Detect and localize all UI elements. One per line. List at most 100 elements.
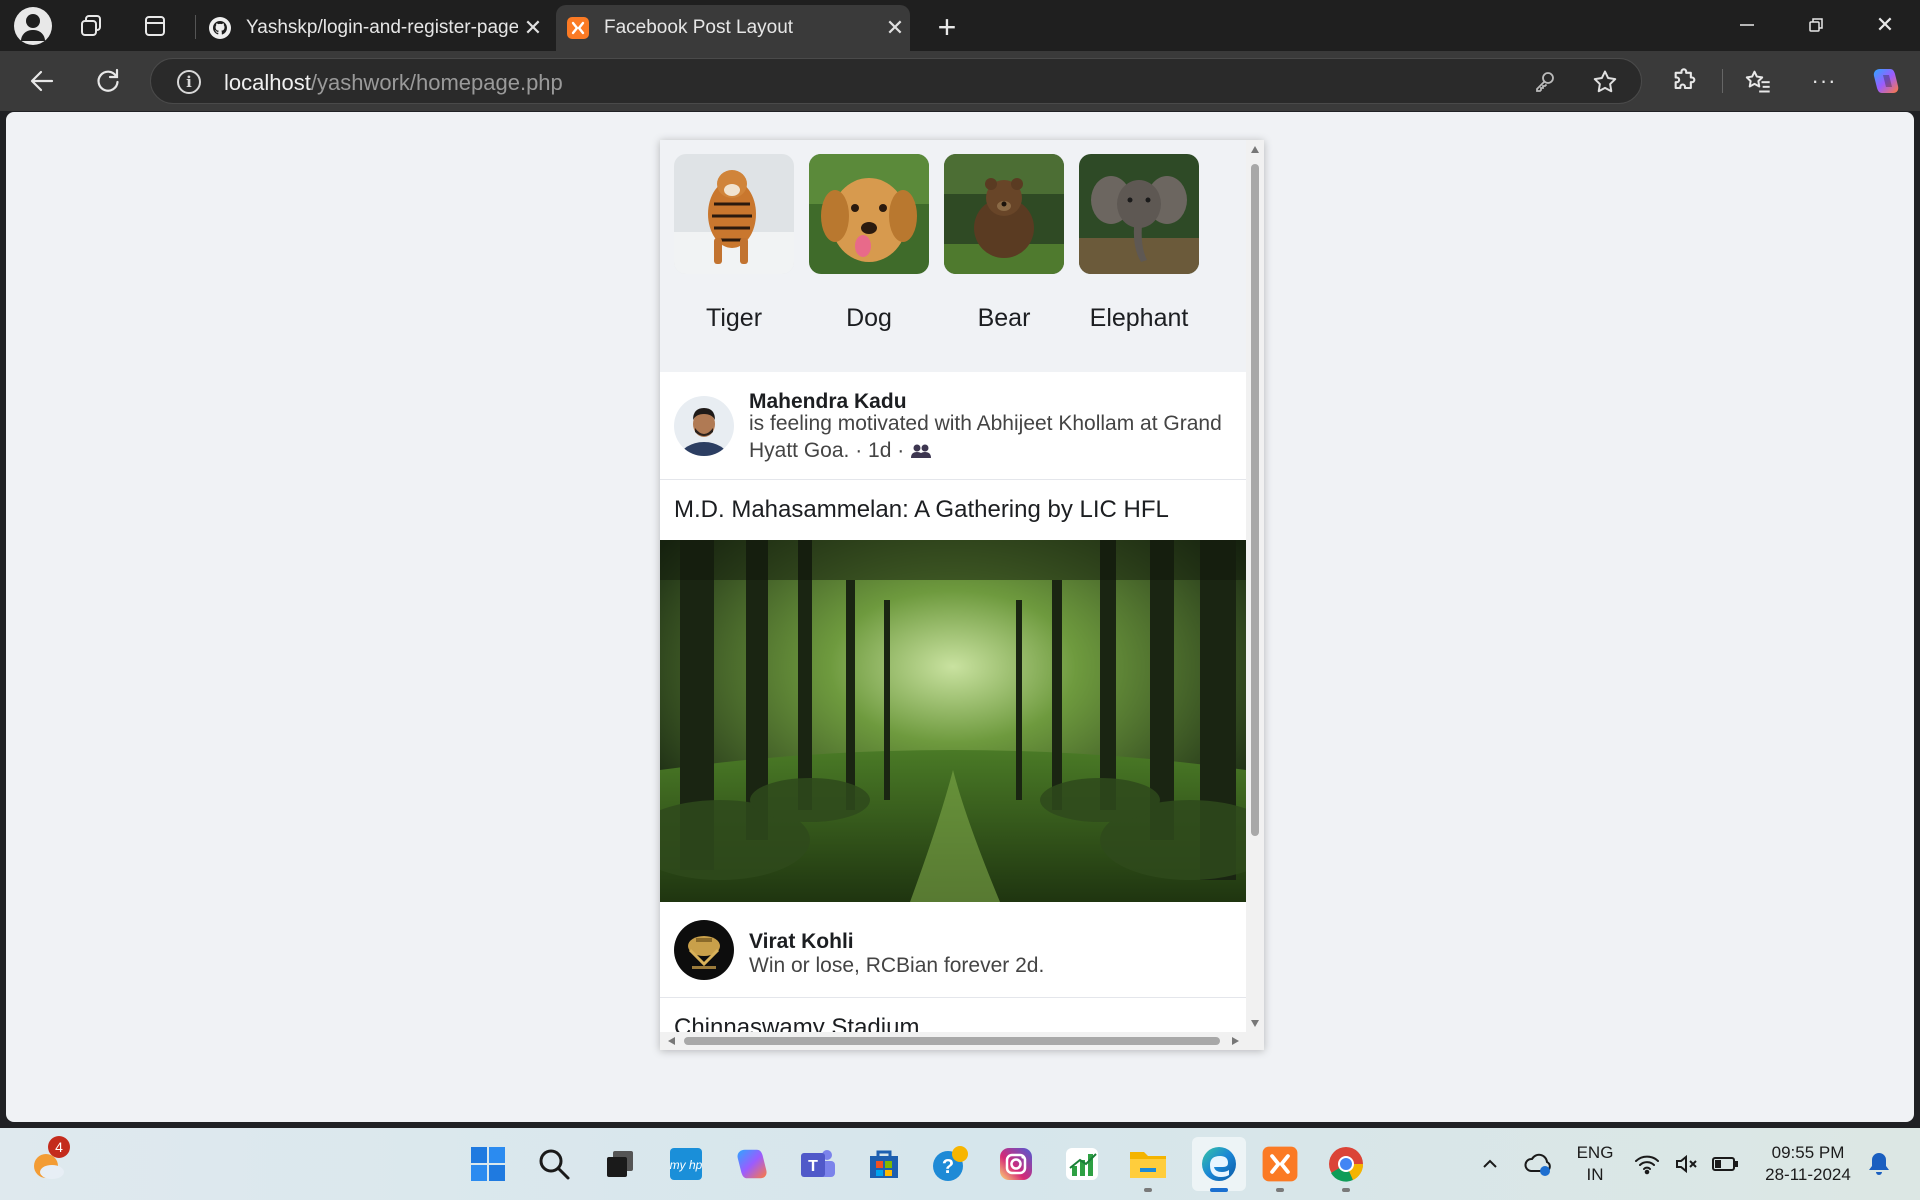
clock[interactable]: 09:55 PM 28-11-2024	[1756, 1142, 1860, 1186]
region-code: IN	[1586, 1165, 1604, 1184]
post-meta: Hyatt Goa. · 1d ·	[749, 439, 911, 462]
post-image-forest[interactable]	[660, 540, 1246, 902]
refresh-button[interactable]	[88, 61, 128, 101]
tab-actions-icon[interactable]	[140, 11, 170, 41]
minimize-icon[interactable]	[1730, 10, 1764, 40]
dog-thumbnail	[809, 154, 929, 274]
horizontal-scrollbar[interactable]	[660, 1032, 1264, 1050]
scroll-up-arrow-icon[interactable]	[1251, 146, 1259, 153]
vertical-scrollbar[interactable]	[1246, 140, 1264, 1032]
avatar[interactable]	[674, 396, 734, 456]
story-elephant[interactable]: Elephant	[1079, 154, 1199, 333]
favorites-icon[interactable]	[1738, 61, 1778, 101]
edge-icon[interactable]	[1192, 1137, 1246, 1191]
close-window-icon[interactable]: ✕	[1868, 10, 1902, 40]
story-label: Dog	[846, 304, 892, 332]
scroll-right-arrow-icon[interactable]	[1232, 1037, 1239, 1045]
task-view-icon[interactable]	[598, 1142, 642, 1186]
clock-time: 09:55 PM	[1771, 1143, 1845, 1162]
xampp-icon	[567, 17, 589, 39]
running-indicator	[1342, 1188, 1350, 1192]
browser-toolbar: i localhost/yashwork/homepage.php ···	[0, 51, 1920, 111]
clock-date: 28-11-2024	[1765, 1165, 1851, 1184]
xampp-taskbar-icon[interactable]	[1258, 1142, 1302, 1186]
notification-bell-icon[interactable]	[1862, 1142, 1896, 1186]
more-options-icon[interactable]: ···	[1804, 61, 1844, 101]
key-icon[interactable]	[1533, 70, 1557, 94]
url-text[interactable]: localhost/yashwork/homepage.php	[224, 70, 563, 96]
workspaces-icon[interactable]	[76, 11, 106, 41]
weather-badge: 4	[48, 1136, 70, 1158]
search-icon[interactable]	[532, 1142, 576, 1186]
toolbar-separator	[1722, 69, 1723, 93]
active-indicator	[1210, 1188, 1228, 1192]
onedrive-icon[interactable]	[1516, 1142, 1560, 1186]
language-indicator[interactable]: ENG IN	[1570, 1142, 1620, 1186]
close-icon[interactable]: ✕	[518, 15, 548, 41]
start-icon[interactable]	[466, 1142, 510, 1186]
profile-avatar-icon[interactable]	[14, 7, 52, 45]
browser-tab-strip: Yashskp/login-and-register-page ✕ Facebo…	[0, 0, 1920, 51]
stocks-icon[interactable]	[1060, 1142, 1104, 1186]
site-info-icon[interactable]: i	[177, 70, 201, 94]
close-icon[interactable]: ✕	[880, 15, 910, 41]
myhp-icon[interactable]: my hp	[664, 1142, 708, 1186]
new-tab-icon[interactable]: +	[930, 9, 964, 45]
svg-text:?: ?	[942, 1156, 954, 1178]
story-tiger[interactable]: Tiger	[674, 154, 794, 333]
restore-icon[interactable]	[1799, 10, 1833, 40]
extensions-icon[interactable]	[1665, 61, 1705, 101]
feed-container[interactable]: Tiger Dog Bear Elephant Mahendra Kadu is…	[660, 140, 1264, 1050]
file-explorer-icon[interactable]	[1126, 1142, 1170, 1186]
scroll-down-arrow-icon[interactable]	[1251, 1020, 1259, 1027]
store-icon[interactable]	[862, 1142, 906, 1186]
favorite-star-icon[interactable]	[1591, 68, 1619, 96]
post-description: Win or lose, RCBian forever 2d.	[749, 954, 1045, 977]
wifi-icon[interactable]	[1630, 1142, 1664, 1186]
friends-audience-icon	[911, 444, 932, 458]
weather-widget-icon[interactable]: 4	[26, 1136, 70, 1186]
get-help-icon[interactable]: ?	[928, 1142, 972, 1186]
horizontal-scroll-thumb[interactable]	[684, 1037, 1220, 1045]
copilot-taskbar-icon[interactable]	[730, 1142, 774, 1186]
post-description-line: Hyatt Goa. · 1d ·	[749, 437, 1239, 464]
post-title: Chinnaswamy Stadium	[660, 998, 1246, 1032]
avatar[interactable]	[674, 920, 734, 980]
tab-title: Facebook Post Layout	[604, 17, 794, 38]
story-dog[interactable]: Dog	[809, 154, 929, 333]
story-bear[interactable]: Bear	[944, 154, 1064, 333]
battery-icon[interactable]	[1708, 1142, 1742, 1186]
volume-muted-icon[interactable]	[1670, 1142, 1704, 1186]
language-code: ENG	[1576, 1143, 1614, 1162]
tab-facebook-post-layout[interactable]: Facebook Post Layout ✕	[556, 5, 910, 51]
svg-text:my hp: my hp	[670, 1158, 703, 1172]
feed-scroll-area: Tiger Dog Bear Elephant Mahendra Kadu is…	[660, 140, 1246, 1032]
post-title: M.D. Mahasammelan: A Gathering by LIC HF…	[660, 480, 1246, 540]
story-label: Elephant	[1089, 304, 1189, 332]
tiger-thumbnail	[674, 154, 794, 274]
windows-taskbar: 4 my hp T ? ENG IN 09:55 PM 28-11-2024	[0, 1128, 1920, 1200]
tab-separator	[195, 15, 196, 39]
show-hidden-icons-chevron-icon[interactable]	[1468, 1142, 1512, 1186]
chrome-icon[interactable]	[1324, 1142, 1368, 1186]
scroll-left-arrow-icon[interactable]	[668, 1037, 675, 1045]
post-author[interactable]: Virat Kohli	[749, 930, 854, 954]
story-label: Tiger	[705, 304, 763, 332]
back-button[interactable]	[22, 61, 62, 101]
tab-title: Yashskp/login-and-register-page	[246, 17, 518, 38]
page-viewport: Tiger Dog Bear Elephant Mahendra Kadu is…	[6, 112, 1914, 1122]
post-header: Virat Kohli Win or lose, RCBian forever …	[660, 902, 1246, 998]
post-description: is feeling motivated with Abhijeet Kholl…	[749, 410, 1239, 464]
running-indicator	[1276, 1188, 1284, 1192]
vertical-scroll-thumb[interactable]	[1251, 164, 1259, 836]
svg-text:T: T	[808, 1158, 818, 1175]
address-bar[interactable]: i localhost/yashwork/homepage.php	[150, 58, 1642, 104]
copilot-icon[interactable]	[1866, 61, 1906, 101]
teams-icon[interactable]: T	[796, 1142, 840, 1186]
post-description-line: is feeling motivated with Abhijeet Kholl…	[749, 412, 1222, 435]
instagram-icon[interactable]	[994, 1142, 1038, 1186]
running-indicator	[1144, 1188, 1152, 1192]
github-icon	[209, 17, 231, 39]
bear-thumbnail	[944, 154, 1064, 274]
tab-github[interactable]: Yashskp/login-and-register-page ✕	[198, 5, 548, 51]
